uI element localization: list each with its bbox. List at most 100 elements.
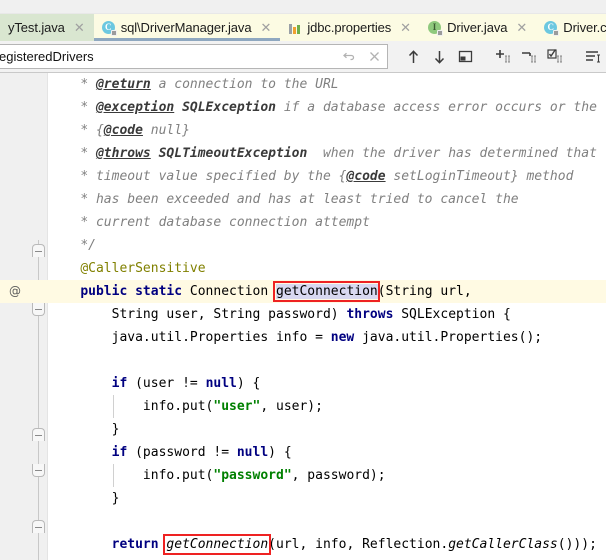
code-token: getCallerClass (448, 537, 558, 552)
code-line[interactable]: if (user != null) { (49, 372, 606, 395)
code-line[interactable]: * {@code null} (49, 119, 606, 142)
code-token: getConnection (166, 537, 269, 552)
code-token: } (111, 422, 120, 437)
code-fold-toggle[interactable] (32, 428, 45, 441)
window-top-strip (0, 0, 606, 14)
code-token: (user != (127, 376, 206, 391)
code-token: info.put( (142, 399, 214, 414)
code-line[interactable] (49, 510, 606, 533)
code-token: null} (142, 123, 190, 138)
plus-expand-icon (495, 49, 512, 64)
code-line[interactable]: * @throws SQLTimeoutException when the d… (49, 142, 606, 165)
code-token: null (205, 376, 237, 391)
code-token: */ (80, 238, 96, 253)
code-fold-toggle[interactable] (32, 244, 45, 257)
code-token: when the driver has determined that (307, 146, 597, 161)
code-line[interactable]: * current database connection attempt (49, 211, 606, 234)
code-token: Connection (182, 284, 276, 299)
editor-tab-0[interactable]: CyTest.java✕ (0, 14, 94, 41)
close-icon[interactable]: ✕ (399, 21, 412, 34)
code-fold-toggle[interactable] (32, 520, 45, 533)
collapse-all-button[interactable] (516, 44, 542, 70)
close-icon[interactable]: ✕ (259, 21, 272, 34)
code-fold-toggle[interactable] (32, 464, 45, 477)
editor-tab-3[interactable]: I Driver.java ✕ (420, 14, 537, 41)
code-token: * (80, 77, 96, 92)
code-line[interactable]: */ (49, 234, 606, 257)
code-token: "password" (213, 468, 292, 483)
expand-all-button[interactable] (490, 44, 516, 70)
code-fold-toggle[interactable] (32, 303, 45, 316)
code-folding-column[interactable] (30, 73, 48, 560)
group-by-button[interactable] (580, 44, 606, 70)
code-token: (password != (127, 445, 237, 460)
code-token: * { (80, 123, 104, 138)
code-line[interactable]: * has been exceeded and has at least tri… (49, 188, 606, 211)
code-line[interactable]: } (49, 487, 606, 510)
code-line[interactable]: * @return a connection to the URL (49, 73, 606, 96)
code-line[interactable]: java.util.Properties info = new java.uti… (49, 326, 606, 349)
prev-occurrence-button[interactable] (400, 44, 426, 70)
code-line[interactable]: } (49, 418, 606, 441)
code-line[interactable]: if (password != null) { (49, 441, 606, 464)
editor-tab-bar[interactable]: CyTest.java✕Csql\DriverManager.java✕jdbc… (0, 14, 606, 41)
code-token: ())); (557, 537, 597, 552)
editor-gutter[interactable] (0, 73, 30, 560)
code-token: getConnection (276, 284, 378, 299)
code-token: * timeout value specified by the { (80, 169, 347, 184)
code-line[interactable]: * timeout value specified by the {@code … (49, 165, 606, 188)
code-token: new (330, 330, 355, 345)
java-interface-icon: I (428, 20, 444, 36)
autoscroll-button[interactable] (542, 44, 568, 70)
code-token: * has been exceeded and has at least tri… (80, 192, 519, 207)
code-line[interactable]: @CallerSensitive (49, 257, 606, 280)
code-token: if (111, 376, 128, 391)
code-line[interactable]: info.put("password", password); (49, 464, 606, 487)
code-line[interactable]: String user, String password) throws SQL… (49, 303, 606, 326)
next-occurrence-button[interactable] (426, 44, 452, 70)
open-in-window-button[interactable] (452, 44, 478, 70)
code-line[interactable]: public static Connection getConnection(S… (49, 280, 606, 303)
code-token: @code (346, 169, 386, 184)
code-token: return (111, 537, 159, 552)
reset-arrow-icon[interactable] (335, 45, 361, 68)
search-input[interactable]: egisteredDrivers (0, 44, 388, 69)
code-token: java.util.Properties info = (111, 330, 331, 345)
code-token: SQLTimeoutException (158, 146, 308, 161)
editor-tab-1[interactable]: Csql\DriverManager.java ✕ (93, 14, 281, 41)
code-editor[interactable]: * @return a connection to the URL * @exc… (0, 73, 606, 560)
code-token: String user, String password) (111, 307, 347, 322)
close-icon[interactable]: ✕ (515, 21, 528, 34)
annotation-marker-icon[interactable]: @ (8, 284, 22, 298)
indent-guide (112, 395, 114, 418)
code-line[interactable]: * @exception SQLException if a database … (49, 96, 606, 119)
code-line[interactable]: return getConnection(url, info, Reflecti… (49, 533, 606, 556)
close-icon[interactable]: ✕ (73, 21, 86, 34)
code-token: @CallerSensitive (80, 261, 206, 276)
code-token: info.put( (142, 468, 214, 483)
code-line[interactable] (49, 349, 606, 372)
code-line[interactable]: info.put("user", user); (49, 395, 606, 418)
code-token: @return (95, 77, 151, 92)
close-icon[interactable] (361, 45, 387, 68)
code-token: @throws (95, 146, 151, 161)
code-content[interactable]: * @return a connection to the URL * @exc… (49, 73, 606, 560)
editor-tab-4[interactable]: CDriver.class (536, 14, 606, 41)
editor-tab-label: sql\DriverManager.java (120, 20, 252, 35)
editor-tab-2[interactable]: jdbc.properties ✕ (280, 14, 421, 41)
arrow-up-icon (406, 49, 421, 65)
code-line[interactable]: } (49, 556, 606, 560)
code-token: (String url, (377, 284, 472, 299)
editor-tab-label: Driver.java (447, 20, 508, 35)
find-toolbar: egisteredDrivers (0, 41, 606, 73)
